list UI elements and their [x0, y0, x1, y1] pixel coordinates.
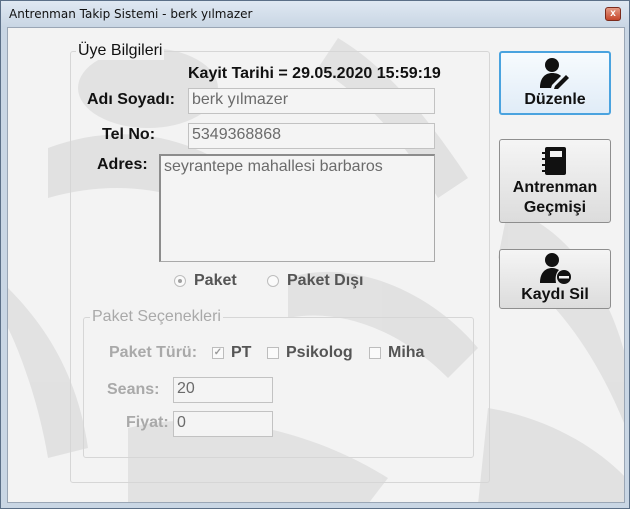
radio-paket[interactable]: Paket — [174, 272, 237, 290]
name-field[interactable]: berk yılmazer — [188, 88, 435, 114]
address-label: Adres: — [97, 156, 148, 173]
training-history-label: Antrenman Geçmişi — [512, 179, 598, 216]
package-option-pt-label: PT — [231, 344, 252, 361]
radio-paket-indicator — [174, 275, 186, 287]
close-icon: x — [610, 8, 616, 19]
title-bar: Antrenman Takip Sistemi - berk yılmazer … — [1, 1, 629, 27]
delete-record-label: Kaydı Sil — [521, 286, 589, 303]
radio-paket-label: Paket — [194, 272, 237, 289]
user-edit-icon — [540, 58, 569, 89]
sessions-field[interactable]: 20 — [173, 377, 273, 403]
edit-button-label: Düzenle — [524, 91, 586, 108]
registration-date-label: Kayit Tarihi = 29.05.2020 15:59:19 — [188, 65, 441, 82]
member-info-title: Üye Bilgileri — [76, 42, 165, 60]
package-option-miha-label: Miha — [388, 344, 425, 361]
price-label: Fiyat: — [126, 414, 169, 431]
phone-label: Tel No: — [102, 126, 156, 143]
package-option-psikolog-label: Psikolog — [286, 344, 353, 361]
user-remove-icon — [540, 253, 571, 284]
edit-button[interactable]: Düzenle — [499, 51, 611, 115]
address-field[interactable]: seyrantepe mahallesi barbaros — [159, 154, 435, 262]
package-option-miha[interactable]: Miha — [369, 344, 424, 362]
package-options-title: Paket Seçenekleri — [90, 308, 223, 326]
delete-record-button[interactable]: Kaydı Sil — [499, 249, 611, 309]
package-option-psikolog[interactable]: Psikolog — [267, 344, 353, 362]
app-window: Antrenman Takip Sistemi - berk yılmazer … — [0, 0, 630, 509]
training-history-button[interactable]: Antrenman Geçmişi — [499, 139, 611, 223]
phone-field[interactable]: 5349368868 — [188, 123, 435, 149]
window-title: Antrenman Takip Sistemi - berk yılmazer — [9, 7, 253, 21]
form-client-area: Üye Bilgileri Kayit Tarihi = 29.05.2020 … — [7, 27, 625, 503]
sessions-label: Seans: — [107, 381, 160, 398]
close-button[interactable]: x — [605, 7, 621, 21]
package-option-pt[interactable]: ✓ PT — [212, 344, 251, 362]
radio-paket-disi[interactable]: Paket Dışı — [267, 272, 363, 290]
package-type-label: Paket Türü: — [109, 344, 198, 361]
notebook-icon — [542, 147, 566, 175]
checkbox-psikolog — [267, 347, 279, 359]
checkbox-pt: ✓ — [212, 347, 224, 359]
radio-paket-disi-label: Paket Dışı — [287, 272, 364, 289]
checkbox-miha — [369, 347, 381, 359]
radio-paket-disi-indicator — [267, 275, 279, 287]
price-field[interactable]: 0 — [173, 411, 273, 437]
name-label: Adı Soyadı: — [87, 91, 176, 108]
